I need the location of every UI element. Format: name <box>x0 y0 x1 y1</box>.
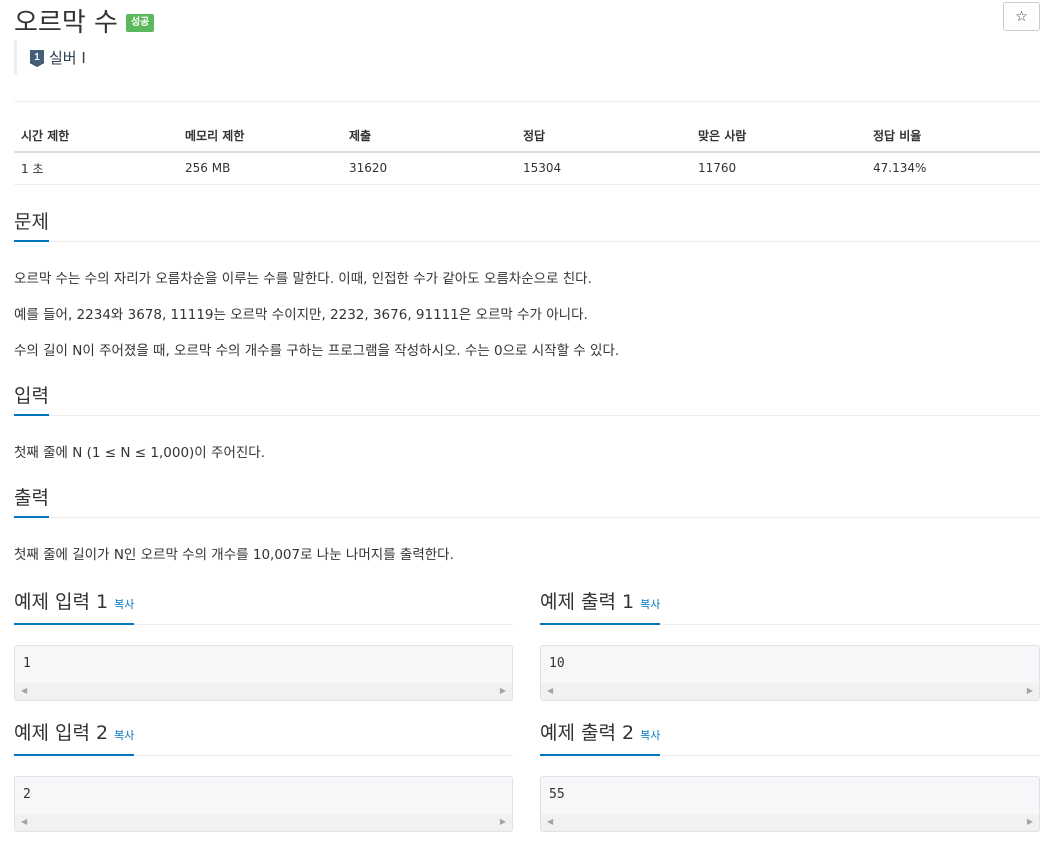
sample-output-2-box[interactable]: 55 ◀ ▶ <box>540 776 1040 832</box>
problem-title-row: 오르막 수 성공 <box>14 2 155 39</box>
sample-input-1-title: 예제 입력 1 <box>14 591 109 613</box>
scroll-right-icon[interactable]: ▶ <box>1027 686 1033 695</box>
sample-input-2-title: 예제 입력 2 <box>14 722 109 744</box>
info-table-header-row: 시간 제한 메모리 제한 제출 정답 맞은 사람 정답 비율 <box>14 120 1040 153</box>
copy-sample-input-2-link[interactable]: 복사 <box>114 729 134 742</box>
sample-input-2-value: 2 <box>23 787 31 802</box>
tier-number: 1 <box>34 52 40 63</box>
sample-input-2-box[interactable]: 2 ◀ ▶ <box>14 776 513 832</box>
scroll-right-icon[interactable]: ▶ <box>500 686 506 695</box>
sample-output-2-scrollbar[interactable]: ◀ ▶ <box>541 814 1039 831</box>
problem-heading: 문제 <box>14 210 49 242</box>
tier-info: 1 실버 I <box>14 40 86 75</box>
accept-ratio-header: 정답 비율 <box>866 120 1040 153</box>
sample-input-1-box[interactable]: 1 ◀ ▶ <box>14 645 513 701</box>
input-description: 첫째 줄에 N (1 ≤ N ≤ 1,000)이 주어진다. <box>14 445 265 461</box>
sample-input-1-title-wrap: 예제 입력 1 복사 <box>14 590 135 625</box>
solved-users-header: 맞은 사람 <box>691 120 866 153</box>
input-heading: 입력 <box>14 384 49 416</box>
sample-input-2-header: 예제 입력 2 복사 <box>14 721 513 756</box>
sample-output-1-header: 예제 출력 1 복사 <box>540 590 1040 625</box>
sample-output-1-value: 10 <box>549 656 565 671</box>
sample-output-2-value: 55 <box>549 787 565 802</box>
copy-sample-output-1-link[interactable]: 복사 <box>640 598 660 611</box>
sample-input-2-title-wrap: 예제 입력 2 복사 <box>14 721 135 756</box>
submissions-value: 31620 <box>342 152 516 185</box>
sample-input-2-scrollbar[interactable]: ◀ ▶ <box>15 814 512 831</box>
scroll-right-icon[interactable]: ▶ <box>500 817 506 826</box>
success-badge: 성공 <box>125 13 155 32</box>
submissions-header: 제출 <box>342 120 516 153</box>
tier-label: 실버 I <box>49 49 86 67</box>
memory-limit-header: 메모리 제한 <box>178 120 342 153</box>
sample-input-1-value: 1 <box>23 656 31 671</box>
silver-tier-icon: 1 <box>30 50 44 67</box>
output-description: 첫째 줄에 길이가 N인 오르막 수의 개수를 10,007로 나눈 나머지를 … <box>14 547 454 563</box>
problem-title: 오르막 수 <box>14 8 118 38</box>
sample-output-1-box[interactable]: 10 ◀ ▶ <box>540 645 1040 701</box>
sample-input-1-header: 예제 입력 1 복사 <box>14 590 513 625</box>
copy-sample-output-2-link[interactable]: 복사 <box>640 729 660 742</box>
input-section-header: 입력 <box>14 384 1040 416</box>
info-table-row: 1 초 256 MB 31620 15304 11760 47.134% <box>14 152 1040 185</box>
problem-line-3: 수의 길이 N이 주어졌을 때, 오르막 수의 개수를 구하는 프로그램을 작성… <box>14 343 620 359</box>
header-divider <box>14 101 1040 102</box>
memory-limit-value: 256 MB <box>178 152 342 185</box>
sample-output-1-title: 예제 출력 1 <box>540 591 635 613</box>
scroll-left-icon[interactable]: ◀ <box>21 686 27 695</box>
sample-output-2-title-wrap: 예제 출력 2 복사 <box>540 721 661 756</box>
accepted-value: 15304 <box>516 152 691 185</box>
sample-input-1-scrollbar[interactable]: ◀ ▶ <box>15 683 512 700</box>
problem-info-table: 시간 제한 메모리 제한 제출 정답 맞은 사람 정답 비율 1 초 256 M… <box>14 120 1040 185</box>
star-icon: ☆ <box>1015 8 1028 25</box>
time-limit-header: 시간 제한 <box>14 120 178 153</box>
sample-output-1-title-wrap: 예제 출력 1 복사 <box>540 590 661 625</box>
problem-section-header: 문제 <box>14 210 1040 242</box>
copy-sample-input-1-link[interactable]: 복사 <box>114 598 134 611</box>
time-limit-value: 1 초 <box>14 152 178 185</box>
problem-line-1: 오르막 수는 수의 자리가 오름차순을 이루는 수를 말한다. 이때, 인접한 … <box>14 271 592 287</box>
solved-users-value: 11760 <box>691 152 866 185</box>
accepted-header: 정답 <box>516 120 691 153</box>
sample-output-2-title: 예제 출력 2 <box>540 722 635 744</box>
scroll-left-icon[interactable]: ◀ <box>547 817 553 826</box>
scroll-left-icon[interactable]: ◀ <box>547 686 553 695</box>
problem-line-2: 예를 들어, 2234와 3678, 11119는 오르막 수이지만, 2232… <box>14 307 588 323</box>
sample-output-2-header: 예제 출력 2 복사 <box>540 721 1040 756</box>
sample-output-1-scrollbar[interactable]: ◀ ▶ <box>541 683 1039 700</box>
output-section-header: 출력 <box>14 486 1040 518</box>
accept-ratio-value: 47.134% <box>866 152 1040 185</box>
favorite-star-button[interactable]: ☆ <box>1003 2 1040 31</box>
scroll-right-icon[interactable]: ▶ <box>1027 817 1033 826</box>
scroll-left-icon[interactable]: ◀ <box>21 817 27 826</box>
output-heading: 출력 <box>14 486 49 518</box>
